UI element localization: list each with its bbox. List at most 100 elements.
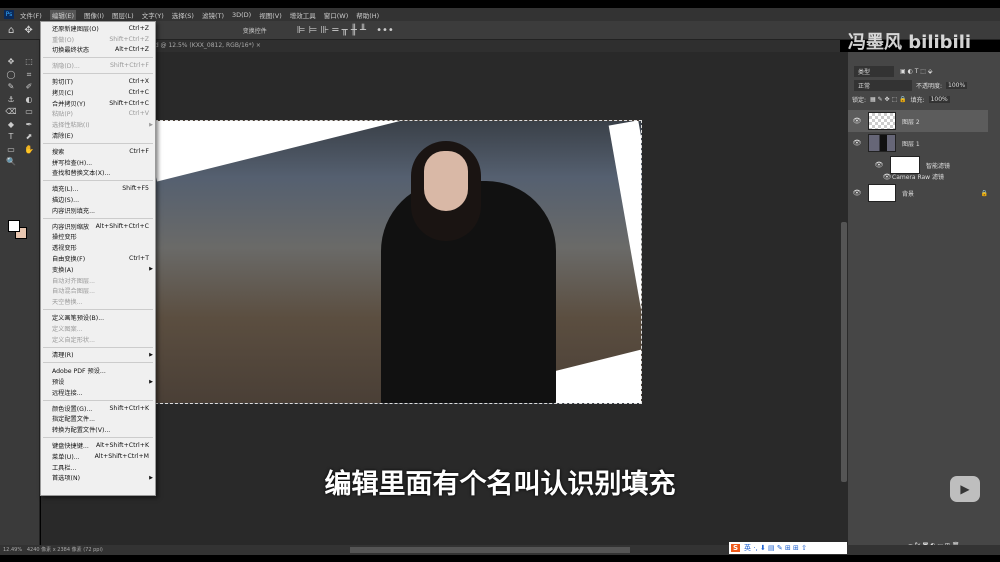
visibility-eye-icon[interactable]: 👁 xyxy=(852,117,862,125)
tool-icon-4[interactable]: ✎ xyxy=(5,81,17,92)
edit-menu-item[interactable]: 描边(S)... xyxy=(41,194,155,205)
edit-menu-item[interactable]: 内容识别缩放 Alt+Shift+Ctrl+C xyxy=(41,221,155,232)
filter-kind-select[interactable]: 类型 xyxy=(854,66,894,77)
edit-menu-item[interactable]: 搜索 Ctrl+F xyxy=(41,146,155,157)
document-tab[interactable]: -1.psd @ 12.5% (KXX_0812, RGB/16*) × xyxy=(40,40,840,52)
visibility-eye-icon[interactable]: 👁 xyxy=(852,189,862,197)
layer-row[interactable]: 👁 背景 🔒 xyxy=(848,182,988,204)
tool-icon-14[interactable]: ▭ xyxy=(5,144,17,155)
menu-11[interactable]: 帮助(H) xyxy=(356,10,379,20)
menu-1[interactable]: 编辑(E) xyxy=(49,9,76,20)
menu-7[interactable]: 3D(D) xyxy=(232,11,251,19)
document-info[interactable]: 4240 像素 x 2384 像素 (72 ppi) xyxy=(27,547,103,553)
close-tab-icon[interactable]: × xyxy=(256,42,261,49)
edit-menu-item[interactable]: 查找和替换文本(X)... xyxy=(41,168,155,179)
horizontal-scrollbar[interactable] xyxy=(350,547,630,553)
edit-menu-item[interactable]: 拼写检查(H)... xyxy=(41,157,155,168)
edit-menu-item[interactable]: 填充(L)... Shift+F5 xyxy=(41,183,155,194)
tool-icon-1[interactable]: ⬚ xyxy=(23,56,35,67)
tool-icon-8[interactable]: ⌫ xyxy=(5,106,17,117)
layer-row[interactable]: 👁 图层 1 xyxy=(848,132,988,154)
edit-menu-item[interactable]: 剪切(T) Ctrl+X xyxy=(41,76,155,87)
tool-icon-15[interactable]: ✋ xyxy=(23,144,35,155)
foreground-color[interactable] xyxy=(8,220,20,232)
more-options-button[interactable]: ••• xyxy=(376,25,394,36)
zoom-level[interactable]: 12.49% xyxy=(3,547,22,553)
edit-menu-item[interactable]: 预设 ▶ xyxy=(41,376,155,387)
edit-menu-item[interactable]: 操控变形 xyxy=(41,232,155,243)
visibility-eye-icon[interactable]: 👁 xyxy=(852,139,862,147)
edit-menu-item[interactable]: 天空替换... xyxy=(41,296,155,307)
edit-menu-item[interactable]: 工具栏... xyxy=(41,462,155,473)
menu-item-shortcut: Shift+Ctrl+K xyxy=(109,404,150,412)
edit-menu-item[interactable]: 定义图案... xyxy=(41,323,155,334)
edit-menu-item[interactable]: 定义画笔预设(B)... xyxy=(41,312,155,323)
menu-4[interactable]: 文字(Y) xyxy=(142,10,164,20)
edit-menu-item[interactable]: 首选项(N) ▶ xyxy=(41,472,155,483)
edit-menu-item[interactable]: 自动混合图层... xyxy=(41,286,155,297)
tool-icon-16[interactable]: 🔍 xyxy=(5,156,17,167)
edit-menu-item[interactable]: 自由变换(F) Ctrl+T xyxy=(41,253,155,264)
home-icon[interactable]: ⌂ xyxy=(8,25,14,36)
tool-icon-5[interactable]: ✐ xyxy=(23,81,35,92)
edit-menu-item[interactable]: 渐隐(D)... Shift+Ctrl+F xyxy=(41,60,155,71)
edit-menu-item[interactable]: 远程连接... xyxy=(41,387,155,398)
edit-menu-item[interactable]: 透视变形 xyxy=(41,242,155,253)
edit-menu-item[interactable]: 内容识别填充... xyxy=(41,205,155,216)
tool-icon-2[interactable]: ◯ xyxy=(5,69,17,80)
ime-tool-icons[interactable]: 英 ·, ⬇ ▤ ✎ ⊞ ⊞ ⇧ xyxy=(744,543,807,553)
ime-toolbar[interactable]: S英 ·, ⬇ ▤ ✎ ⊞ ⊞ ⇧ xyxy=(729,542,847,554)
edit-menu-item[interactable]: 自动对齐图层... xyxy=(41,275,155,286)
edit-menu-item[interactable]: 定义自定形状... xyxy=(41,334,155,345)
tool-icon-12[interactable]: T xyxy=(5,131,17,142)
move-icon[interactable]: ✥ xyxy=(24,25,32,36)
tool-icon-6[interactable]: ⚓ xyxy=(5,94,17,105)
edit-menu-item[interactable]: 粘贴(P) Ctrl+V xyxy=(41,109,155,120)
menu-3[interactable]: 图层(L) xyxy=(112,10,134,20)
filter-icons[interactable]: ▣ ◐ T ⬚ ⬙ xyxy=(900,68,932,75)
menu-0[interactable]: 文件(F) xyxy=(20,10,42,20)
menu-item-label: 还原新建图层(O) xyxy=(52,25,99,33)
edit-menu-item[interactable]: 菜单(U)... Alt+Shift+Ctrl+M xyxy=(41,451,155,462)
edit-menu-item[interactable]: 清理(R) ▶ xyxy=(41,350,155,361)
edit-menu-item[interactable]: 重做(O) Shift+Ctrl+Z xyxy=(41,34,155,45)
edit-menu-item[interactable]: 颜色设置(G)... Shift+Ctrl+K xyxy=(41,403,155,414)
edit-menu-item[interactable]: 清除(E) xyxy=(41,130,155,141)
edit-menu-item[interactable]: 拷贝(C) Ctrl+C xyxy=(41,87,155,98)
menu-6[interactable]: 滤镜(T) xyxy=(202,10,224,20)
visibility-eye-icon[interactable]: 👁 xyxy=(874,161,884,169)
edit-menu-item[interactable]: Adobe PDF 预设... xyxy=(41,365,155,376)
tool-icon-11[interactable]: ✒ xyxy=(23,119,35,130)
edit-menu-item[interactable]: 变换(A) ▶ xyxy=(41,264,155,275)
tool-icon-0[interactable]: ✥ xyxy=(5,56,17,67)
align-icons[interactable]: ⊫ ⊨ ⊪ ═ ╥ ╫ ╨ xyxy=(297,25,366,36)
edit-menu-item[interactable]: 选择性粘贴(I) ▶ xyxy=(41,119,155,130)
tool-icon-9[interactable]: ▭ xyxy=(23,106,35,117)
sogou-icon[interactable]: S xyxy=(731,544,741,552)
lock-icons[interactable]: ▦ ✎ ✥ ⬚ 🔒 xyxy=(870,96,907,103)
tool-icon-13[interactable]: ⬈ xyxy=(23,131,35,142)
visibility-eye-icon[interactable]: 👁 xyxy=(882,173,892,181)
edit-menu-item[interactable]: 指定配置文件... xyxy=(41,414,155,425)
menu-9[interactable]: 增效工具 xyxy=(290,10,316,20)
tool-icon-10[interactable]: ◆ xyxy=(5,119,17,130)
fill-field[interactable]: 100% xyxy=(928,96,950,103)
blend-mode-select[interactable]: 正常 xyxy=(854,80,912,91)
menu-2[interactable]: 图像(I) xyxy=(84,10,104,20)
opacity-field[interactable]: 100% xyxy=(946,82,968,89)
edit-menu-item[interactable]: 键盘快捷键... Alt+Shift+Ctrl+K xyxy=(41,440,155,451)
video-play-icon[interactable]: ▶ xyxy=(950,476,980,502)
menu-5[interactable]: 选择(S) xyxy=(172,10,194,20)
tool-icon-7[interactable]: ◐ xyxy=(23,94,35,105)
transform-controls-label[interactable]: 变换控件 xyxy=(243,26,267,35)
layer-row[interactable]: 👁 图层 2 xyxy=(848,110,988,132)
tool-icon-3[interactable]: ⌗ xyxy=(23,69,35,80)
layer-row[interactable]: 👁 Camera Raw 滤镜 xyxy=(848,171,988,182)
edit-menu-item[interactable]: 转换为配置文件(V)... xyxy=(41,424,155,435)
menu-8[interactable]: 视图(V) xyxy=(259,10,282,20)
edit-menu-item[interactable]: 合并拷贝(Y) Shift+Ctrl+C xyxy=(41,98,155,109)
document-image[interactable] xyxy=(155,120,642,404)
edit-menu-item[interactable]: 切换最终状态 Alt+Ctrl+Z xyxy=(41,45,155,56)
edit-menu-item[interactable]: 还原新建图层(O) Ctrl+Z xyxy=(41,23,155,34)
menu-10[interactable]: 窗口(W) xyxy=(324,10,349,20)
